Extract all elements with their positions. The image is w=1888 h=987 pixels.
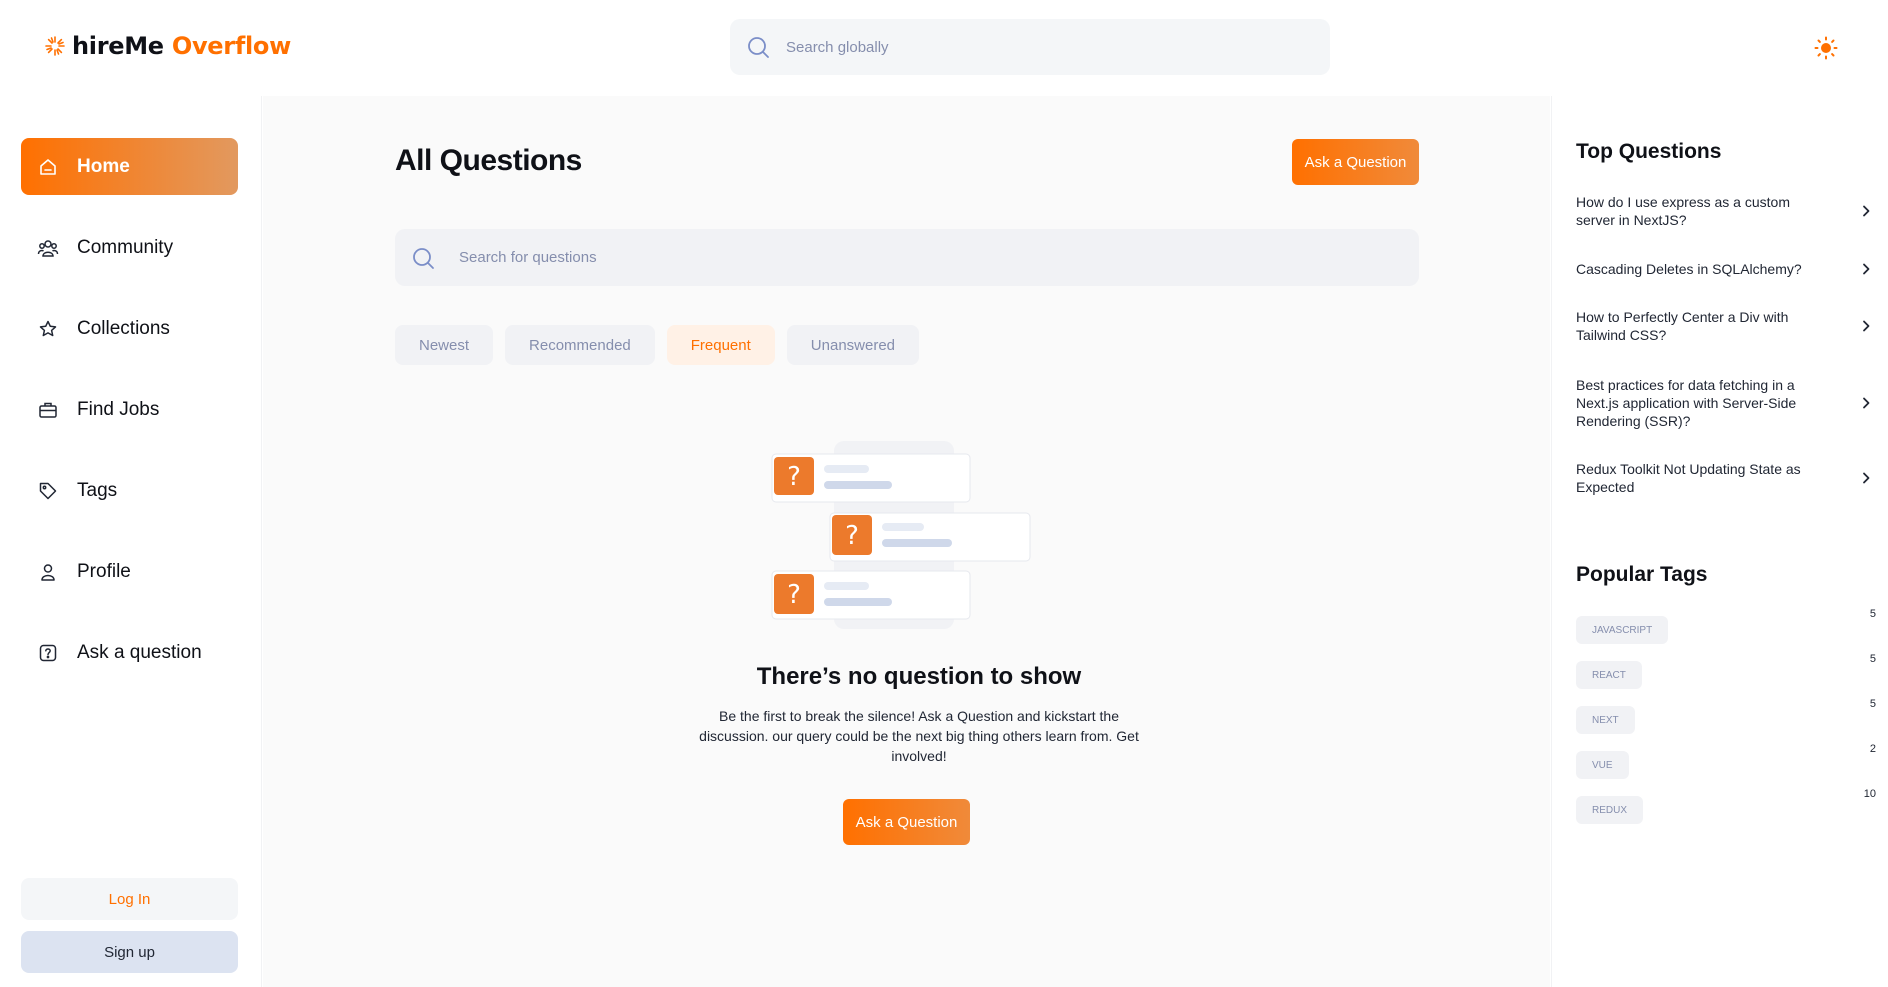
sunburst-logo-icon xyxy=(45,36,65,56)
sidebar-item-home[interactable]: Home xyxy=(21,138,238,195)
tag-count: 2 xyxy=(1869,743,1876,755)
page-title: All Questions xyxy=(395,144,582,177)
login-button[interactable]: Log In xyxy=(21,878,238,920)
home-icon xyxy=(37,156,59,178)
filter-unanswered[interactable]: Unanswered xyxy=(786,325,920,365)
sidebar-item-label: Community xyxy=(77,236,174,258)
tag-count: 5 xyxy=(1869,608,1876,620)
top-question-item[interactable]: Redux Toolkit Not Updating State as Expe… xyxy=(1576,460,1876,496)
svg-text:?: ? xyxy=(845,521,859,551)
chevron-right-icon xyxy=(1856,259,1876,279)
top-question-item[interactable]: How to Perfectly Center a Div with Tailw… xyxy=(1576,308,1876,344)
tag-count: 10 xyxy=(1863,788,1876,800)
top-question-text: Best practices for data fetching in a Ne… xyxy=(1576,377,1797,429)
empty-state: ? ? ? There’s no question to show Be the… xyxy=(669,441,1169,861)
filter-tabs: Newest Recommended Frequent Unanswered xyxy=(395,325,920,365)
sidebar-item-label: Home xyxy=(77,155,130,177)
top-questions-title: Top Questions xyxy=(1576,140,1722,163)
top-question-item[interactable]: Best practices for data fetching in a Ne… xyxy=(1576,376,1876,430)
ask-question-button[interactable]: Ask a Question xyxy=(1292,139,1419,185)
sidebar-item-ask-question[interactable]: Ask a question xyxy=(21,624,238,681)
tag-chip[interactable]: VUE xyxy=(1576,751,1629,779)
sidebar-item-label: Collections xyxy=(77,317,170,339)
logo-text: hireMe Overflow xyxy=(72,32,291,60)
local-search-bar[interactable] xyxy=(395,229,1419,286)
top-navbar: hireMe Overflow xyxy=(0,0,1888,96)
tag-chip[interactable]: REACT xyxy=(1576,661,1642,689)
sidebar-item-label: Profile xyxy=(77,560,131,582)
tag-count: 5 xyxy=(1869,653,1876,665)
sidebar-item-tags[interactable]: Tags xyxy=(21,462,238,519)
main-content: All Questions Ask a Question Newest Reco… xyxy=(263,96,1550,987)
logo[interactable]: hireMe Overflow xyxy=(44,32,291,60)
top-question-text: How to Perfectly Center a Div with Tailw… xyxy=(1576,309,1789,343)
sidebar-item-label: Tags xyxy=(77,479,118,501)
top-question-text: Cascading Deletes in SQLAlchemy? xyxy=(1576,261,1802,277)
sidebar-item-label: Ask a question xyxy=(77,641,202,663)
chevron-right-icon xyxy=(1856,316,1876,336)
theme-toggle-button[interactable] xyxy=(1812,34,1840,62)
sidebar-item-label: Find Jobs xyxy=(77,398,160,420)
left-sidebar: Home Community Collections Find Jobs Tag… xyxy=(0,96,262,987)
sidebar-item-collections[interactable]: Collections xyxy=(21,300,238,357)
global-search-input[interactable] xyxy=(786,38,1286,56)
tag-chip[interactable]: NEXT xyxy=(1576,706,1635,734)
tag-chip[interactable]: JAVASCRIPT xyxy=(1576,616,1669,644)
users-icon xyxy=(37,237,59,259)
top-question-item[interactable]: How do I use express as a custom server … xyxy=(1576,193,1876,229)
tag-icon xyxy=(37,480,59,502)
star-icon xyxy=(37,318,59,340)
user-icon xyxy=(37,561,59,583)
tag-chip[interactable]: REDUX xyxy=(1576,796,1644,824)
sun-icon xyxy=(1814,36,1838,60)
chevron-right-icon xyxy=(1856,468,1876,488)
empty-questions-illustration: ? ? ? xyxy=(771,441,1031,629)
right-sidebar: Top Questions How do I use express as a … xyxy=(1551,96,1888,987)
filter-recommended[interactable]: Recommended xyxy=(505,325,655,365)
empty-state-title: There’s no question to show xyxy=(756,663,1082,690)
empty-state-ask-button[interactable]: Ask a Question xyxy=(843,799,970,845)
filter-newest[interactable]: Newest xyxy=(395,325,494,365)
filter-frequent[interactable]: Frequent xyxy=(666,325,775,365)
chevron-right-icon xyxy=(1856,393,1876,413)
tag-count: 5 xyxy=(1869,698,1876,710)
svg-text:?: ? xyxy=(787,462,801,492)
top-question-text: How do I use express as a custom server … xyxy=(1576,194,1790,228)
top-question-item[interactable]: Cascading Deletes in SQLAlchemy? xyxy=(1576,259,1876,279)
sidebar-item-profile[interactable]: Profile xyxy=(21,543,238,600)
briefcase-icon xyxy=(37,399,59,421)
empty-state-description: Be the first to break the silence! Ask a… xyxy=(699,708,1139,764)
svg-text:?: ? xyxy=(787,580,801,610)
question-icon xyxy=(37,642,59,664)
signup-button[interactable]: Sign up xyxy=(21,931,238,973)
global-search-bar[interactable] xyxy=(730,19,1330,75)
chevron-right-icon xyxy=(1856,201,1876,221)
top-question-text: Redux Toolkit Not Updating State as Expe… xyxy=(1576,461,1801,495)
popular-tags-title: Popular Tags xyxy=(1576,563,1708,586)
sidebar-item-find-jobs[interactable]: Find Jobs xyxy=(21,381,238,438)
search-icon xyxy=(748,37,769,58)
sidebar-item-community[interactable]: Community xyxy=(21,219,238,276)
search-icon xyxy=(413,247,434,269)
question-search-input[interactable] xyxy=(459,249,1359,266)
